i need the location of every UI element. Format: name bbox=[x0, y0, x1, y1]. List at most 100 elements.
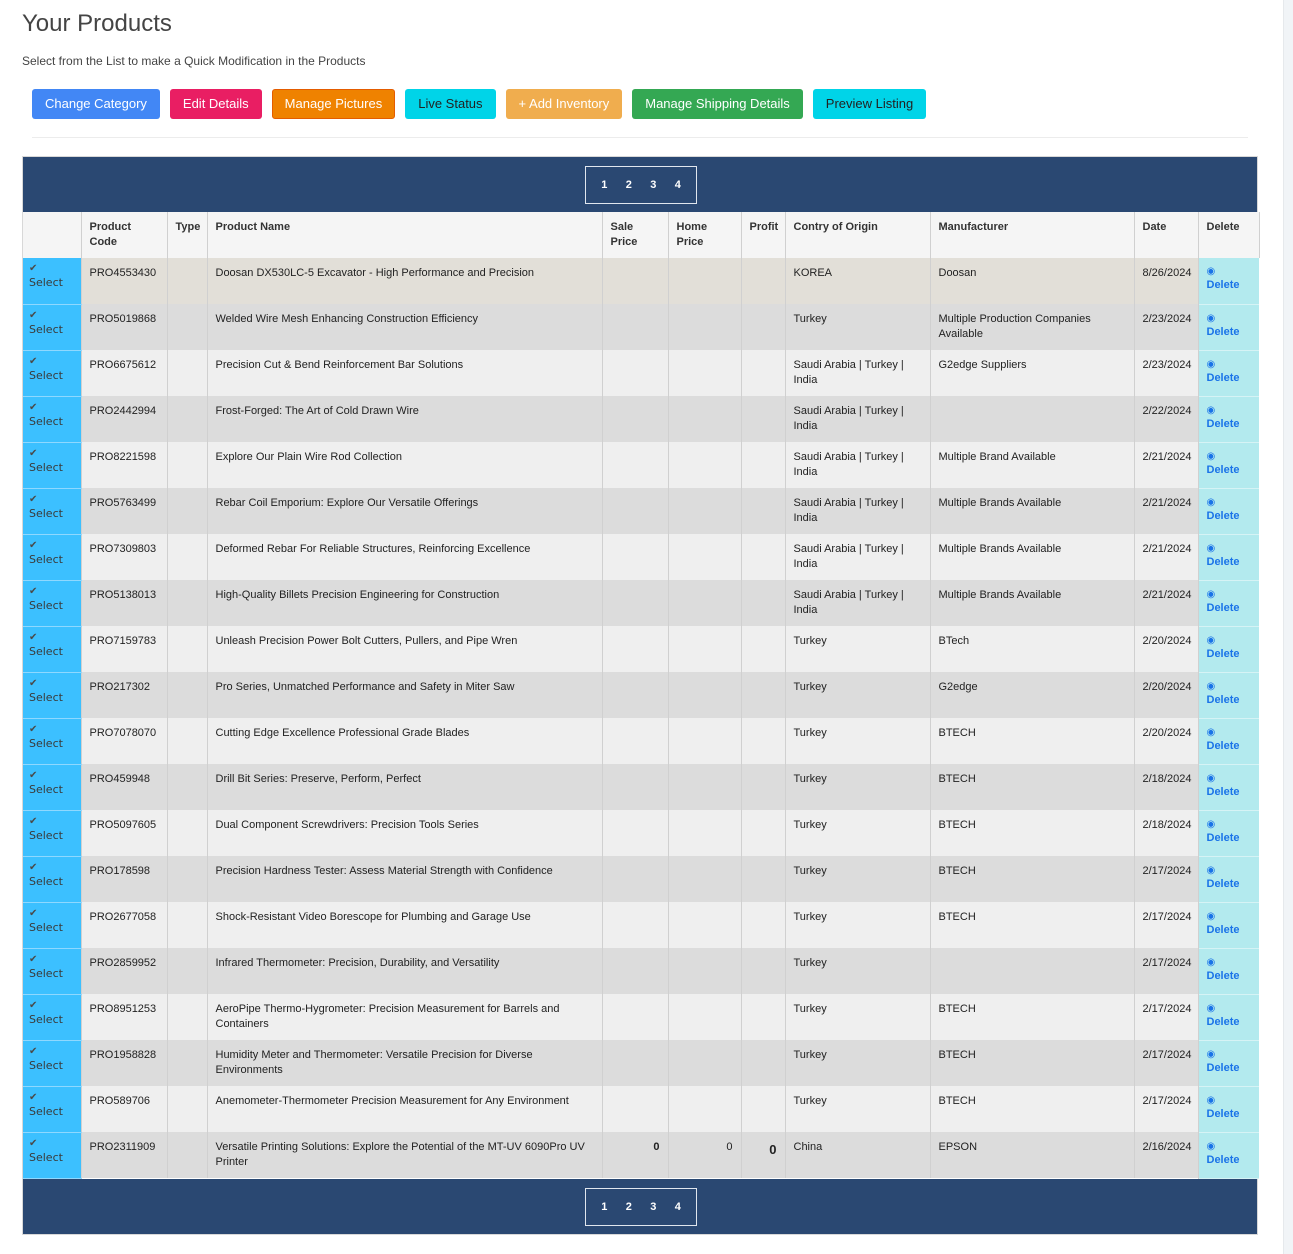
delete-link[interactable]: Delete bbox=[1207, 418, 1240, 430]
page-link-2[interactable]: 2 bbox=[622, 1201, 636, 1213]
eye-icon[interactable]: ◉ bbox=[1207, 957, 1252, 969]
select-row-button[interactable]: ✔ Select bbox=[23, 258, 82, 305]
table-row[interactable]: ✔ Select PRO2442994 Frost-Forged: The Art o… bbox=[23, 396, 1259, 443]
delete-link[interactable]: Delete bbox=[1207, 602, 1240, 614]
delete-link[interactable]: Delete bbox=[1207, 1062, 1240, 1074]
select-row-button[interactable]: ✔ Select bbox=[23, 396, 82, 443]
select-row-button[interactable]: ✔ Select bbox=[23, 902, 82, 949]
col-header-product-name[interactable]: Product Name bbox=[207, 212, 603, 258]
select-row-button[interactable]: ✔ Select bbox=[23, 948, 82, 995]
manage-shipping-details-button[interactable]: Manage Shipping Details bbox=[632, 89, 803, 119]
table-row[interactable]: ✔ Select PRO7159783 Unleash Precision Power… bbox=[23, 626, 1259, 673]
table-row[interactable]: ✔ Select PRO6675612 Precision Cut & Bend Re… bbox=[23, 350, 1259, 397]
table-row[interactable]: ✔ Select PRO8221598 Explore Our Plain Wire … bbox=[23, 442, 1259, 489]
eye-icon[interactable]: ◉ bbox=[1207, 681, 1252, 693]
eye-icon[interactable]: ◉ bbox=[1207, 911, 1252, 923]
table-row[interactable]: ✔ Select PRO7078070 Cutting Edge Excellence… bbox=[23, 718, 1259, 765]
col-header-sale-price[interactable]: Sale Price bbox=[602, 212, 669, 258]
eye-icon[interactable]: ◉ bbox=[1207, 1141, 1252, 1153]
eye-icon[interactable]: ◉ bbox=[1207, 773, 1252, 785]
eye-icon[interactable]: ◉ bbox=[1207, 635, 1252, 647]
select-row-button[interactable]: ✔ Select bbox=[23, 534, 82, 581]
table-row[interactable]: ✔ Select PRO5763499 Rebar Coil Emporium: Ex… bbox=[23, 488, 1259, 535]
delete-link[interactable]: Delete bbox=[1207, 1154, 1240, 1166]
delete-link[interactable]: Delete bbox=[1207, 878, 1240, 890]
eye-icon[interactable]: ◉ bbox=[1207, 405, 1252, 417]
edit-details-button[interactable]: Edit Details bbox=[169, 89, 262, 119]
delete-link[interactable]: Delete bbox=[1207, 1108, 1240, 1120]
eye-icon[interactable]: ◉ bbox=[1207, 451, 1252, 463]
delete-link[interactable]: Delete bbox=[1207, 372, 1240, 384]
select-row-button[interactable]: ✔ Select bbox=[23, 1086, 82, 1133]
change-category-button[interactable]: Change Category bbox=[32, 89, 160, 119]
eye-icon[interactable]: ◉ bbox=[1207, 497, 1252, 509]
col-header-type[interactable]: Type bbox=[167, 212, 208, 258]
select-row-button[interactable]: ✔ Select bbox=[23, 718, 82, 765]
page-link-3[interactable]: 3 bbox=[646, 179, 660, 191]
col-header-country-of-origin[interactable]: Contry of Origin bbox=[785, 212, 931, 258]
page-link-3[interactable]: 3 bbox=[646, 1201, 660, 1213]
select-row-button[interactable]: ✔ Select bbox=[23, 488, 82, 535]
delete-link[interactable]: Delete bbox=[1207, 510, 1240, 522]
table-row[interactable]: ✔ Select PRO459948 Drill Bit Series: Preser… bbox=[23, 764, 1259, 811]
select-row-button[interactable]: ✔ Select bbox=[23, 304, 82, 351]
eye-icon[interactable]: ◉ bbox=[1207, 1095, 1252, 1107]
eye-icon[interactable]: ◉ bbox=[1207, 313, 1252, 325]
eye-icon[interactable]: ◉ bbox=[1207, 865, 1252, 877]
table-row[interactable]: ✔ Select PRO1958828 Humidity Meter and Ther… bbox=[23, 1040, 1259, 1087]
preview-listing-button[interactable]: Preview Listing bbox=[812, 89, 927, 119]
table-row[interactable]: ✔ Select PRO178598 Precision Hardness Teste… bbox=[23, 856, 1259, 903]
delete-link[interactable]: Delete bbox=[1207, 464, 1240, 476]
table-row[interactable]: ✔ Select PRO5138013 High-Quality Billets Pr… bbox=[23, 580, 1259, 627]
select-row-button[interactable]: ✔ Select bbox=[23, 626, 82, 673]
delete-link[interactable]: Delete bbox=[1207, 279, 1240, 291]
delete-link[interactable]: Delete bbox=[1207, 740, 1240, 752]
eye-icon[interactable]: ◉ bbox=[1207, 266, 1252, 278]
eye-icon[interactable]: ◉ bbox=[1207, 359, 1252, 371]
table-row[interactable]: ✔ Select PRO217302 Pro Series, Unmatched Pe… bbox=[23, 672, 1259, 719]
manage-pictures-button[interactable]: Manage Pictures bbox=[271, 89, 396, 119]
eye-icon[interactable]: ◉ bbox=[1207, 1049, 1252, 1061]
eye-icon[interactable]: ◉ bbox=[1207, 1003, 1252, 1015]
select-row-button[interactable]: ✔ Select bbox=[23, 672, 82, 719]
select-row-button[interactable]: ✔ Select bbox=[23, 580, 82, 627]
col-header-manufacturer[interactable]: Manufacturer bbox=[930, 212, 1135, 258]
delete-link[interactable]: Delete bbox=[1207, 556, 1240, 568]
delete-link[interactable]: Delete bbox=[1207, 648, 1240, 660]
delete-link[interactable]: Delete bbox=[1207, 326, 1240, 338]
page-scrollbar-track[interactable] bbox=[1283, 0, 1293, 1254]
table-row[interactable]: ✔ Select PRO2677058 Shock-Resistant Video B… bbox=[23, 902, 1259, 949]
table-row[interactable]: ✔ Select PRO5019868 Welded Wire Mesh Enhanc… bbox=[23, 304, 1259, 351]
delete-link[interactable]: Delete bbox=[1207, 970, 1240, 982]
eye-icon[interactable]: ◉ bbox=[1207, 543, 1252, 555]
table-row[interactable]: ✔ Select PRO4553430 Doosan DX530LC-5 Excava… bbox=[23, 258, 1259, 305]
page-link-4[interactable]: 4 bbox=[671, 179, 685, 191]
select-row-button[interactable]: ✔ Select bbox=[23, 856, 82, 903]
delete-link[interactable]: Delete bbox=[1207, 1016, 1240, 1028]
page-link-4[interactable]: 4 bbox=[671, 1201, 685, 1213]
delete-link[interactable]: Delete bbox=[1207, 924, 1240, 936]
table-row[interactable]: ✔ Select PRO2859952 Infrared Thermometer: P… bbox=[23, 948, 1259, 995]
table-row[interactable]: ✔ Select PRO5097605 Dual Component Screwdri… bbox=[23, 810, 1259, 857]
table-row[interactable]: ✔ Select PRO7309803 Deformed Rebar For Reli… bbox=[23, 534, 1259, 581]
select-row-button[interactable]: ✔ Select bbox=[23, 350, 82, 397]
page-link-2[interactable]: 2 bbox=[622, 179, 636, 191]
select-row-button[interactable]: ✔ Select bbox=[23, 810, 82, 857]
table-row[interactable]: ✔ Select PRO589706 Anemometer-Thermometer P… bbox=[23, 1086, 1259, 1133]
eye-icon[interactable]: ◉ bbox=[1207, 727, 1252, 739]
select-row-button[interactable]: ✔ Select bbox=[23, 1132, 82, 1179]
delete-link[interactable]: Delete bbox=[1207, 694, 1240, 706]
add-inventory-button[interactable]: + Add Inventory bbox=[505, 89, 623, 119]
page-link-1[interactable]: 1 bbox=[597, 179, 611, 191]
live-status-button[interactable]: Live Status bbox=[405, 89, 496, 119]
delete-link[interactable]: Delete bbox=[1207, 832, 1240, 844]
eye-icon[interactable]: ◉ bbox=[1207, 819, 1252, 831]
table-row[interactable]: ✔ Select PRO2311909 Versatile Printing Solu… bbox=[23, 1132, 1259, 1179]
col-header-product-code[interactable]: Product Code bbox=[81, 212, 168, 258]
col-header-date[interactable]: Date bbox=[1134, 212, 1199, 258]
delete-link[interactable]: Delete bbox=[1207, 786, 1240, 798]
select-row-button[interactable]: ✔ Select bbox=[23, 1040, 82, 1087]
col-header-home-price[interactable]: Home Price bbox=[668, 212, 742, 258]
page-link-1[interactable]: 1 bbox=[597, 1201, 611, 1213]
table-row[interactable]: ✔ Select PRO8951253 AeroPipe Thermo-Hygrome… bbox=[23, 994, 1259, 1041]
